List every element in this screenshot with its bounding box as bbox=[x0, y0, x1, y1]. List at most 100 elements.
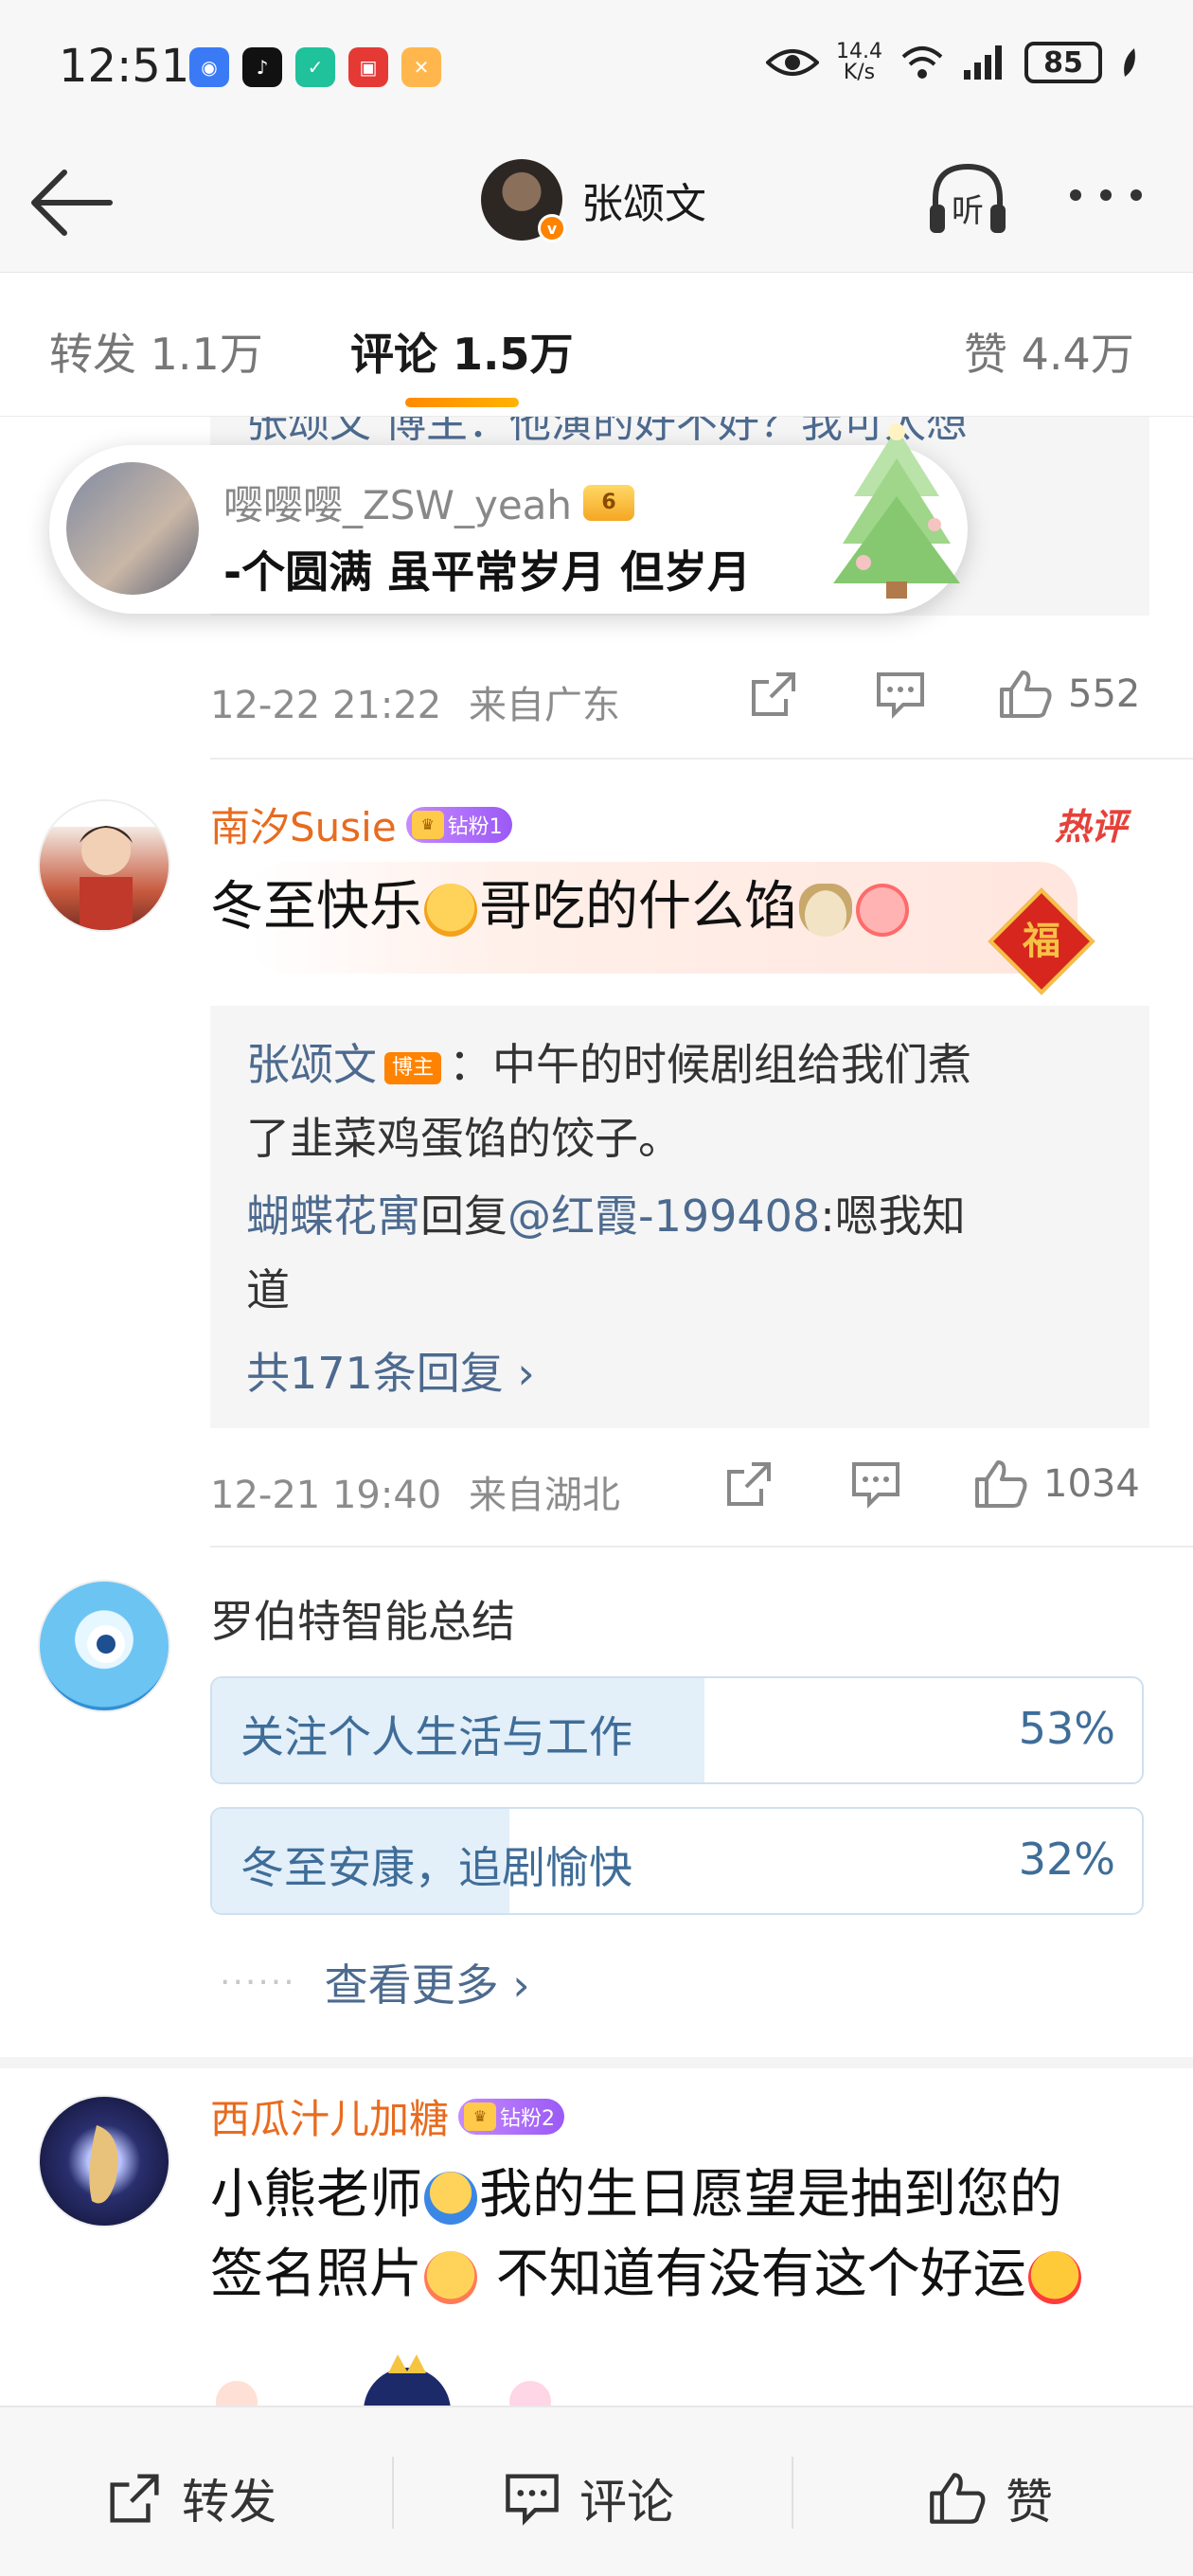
avatar[interactable] bbox=[38, 799, 170, 932]
popup-message: -个圆满 虽平常岁月 但岁月 bbox=[223, 546, 752, 598]
like-button[interactable]: 552 bbox=[998, 669, 1140, 720]
comment-actions: 1034 bbox=[723, 1458, 1140, 1510]
comment-icon[interactable] bbox=[875, 669, 926, 720]
comment-text-part: 不知道有没有这个好运 bbox=[479, 2244, 1026, 2305]
user-reply-cont: 道 bbox=[246, 1264, 290, 1315]
comment-text-part: 小熊老师 bbox=[210, 2164, 422, 2226]
section-divider bbox=[0, 2057, 1193, 2068]
divider bbox=[210, 1546, 1193, 1547]
battery-indicator: 85 bbox=[1024, 42, 1102, 83]
thumbs-up-icon bbox=[930, 2473, 986, 2524]
red-app-icon: ▣ bbox=[348, 47, 388, 87]
reply-text: :嗯我知 bbox=[820, 1190, 966, 1242]
comment-text: 冬至快乐 哥吃的什么馅 bbox=[210, 868, 911, 947]
back-arrow-icon[interactable] bbox=[28, 167, 114, 239]
reply-author-link[interactable]: 张颂文 bbox=[246, 1039, 377, 1090]
net-speed: 14.4 K/s bbox=[836, 42, 882, 83]
cartoon-avatar-image bbox=[80, 826, 133, 930]
thumbs-up-icon bbox=[975, 1460, 1027, 1508]
popup-username: 嘤嘤嘤_ZSW_yeah 6 bbox=[223, 474, 635, 531]
user-reply: 蝴蝶花寓回复@红霞-199408:嗯我知 bbox=[246, 1180, 966, 1252]
avatar[interactable] bbox=[38, 1580, 170, 1712]
kiss-emoji-icon bbox=[1027, 2250, 1081, 2304]
popup-user-name: 嘤嘤嘤_ZSW_yeah bbox=[223, 482, 573, 528]
author-reply: 张颂文 博主 ：中午的时候剧组给我们煮 bbox=[246, 1029, 971, 1100]
avatar[interactable] bbox=[38, 2095, 170, 2227]
status-bar: 12:51 ◉ ♪ ✓ ▣ ✕ 14.4 K/s 85 bbox=[0, 0, 1193, 133]
leaf-icon bbox=[1124, 48, 1135, 77]
comment-username[interactable]: 南汐Susie ♛ 钻粉1 bbox=[210, 796, 512, 853]
reply-user-link[interactable]: 蝴蝶花寓 bbox=[246, 1190, 420, 1242]
reply-box[interactable]: 张颂文 博主 ：中午的时候剧组给我们煮 了韭菜鸡蛋馅的饺子。 蝴蝶花寓回复@红霞-1… bbox=[210, 1006, 1149, 1428]
more-options-icon[interactable] bbox=[1070, 189, 1142, 201]
thumbs-up-icon bbox=[1000, 671, 1052, 718]
tab-comments[interactable]: 评论 1.5万 bbox=[350, 320, 574, 383]
hot-comment-badge: 热评 bbox=[1055, 806, 1128, 848]
comment-location: 来自湖北 bbox=[468, 1474, 620, 1517]
tab-reposts[interactable]: 转发 1.1万 bbox=[49, 320, 263, 383]
bottom-action-bar: 转发 评论 赞 bbox=[0, 2406, 1193, 2576]
status-time: 12:51 bbox=[59, 40, 190, 93]
avatar[interactable] bbox=[66, 462, 199, 595]
see-more-link[interactable]: ······ 查看更多 › bbox=[220, 1951, 530, 2013]
net-speed-unit: K/s bbox=[843, 61, 876, 84]
like-button[interactable]: 1034 bbox=[973, 1458, 1140, 1510]
ai-summary-option[interactable]: 关注个人生活与工作 53% bbox=[210, 1676, 1144, 1784]
active-tab-indicator bbox=[405, 398, 519, 407]
shield-app-icon: ✓ bbox=[295, 47, 335, 87]
dumpling-emoji-icon bbox=[799, 883, 852, 937]
tab-bar: 转发 1.1万 评论 1.5万 赞 4.4万 bbox=[0, 273, 1193, 417]
view-all-replies-link[interactable]: 共171条回复 › bbox=[246, 1337, 535, 1409]
username-text[interactable]: 南汐Susie bbox=[210, 796, 397, 853]
comment-icon[interactable] bbox=[850, 1458, 901, 1510]
tools-app-icon: ✕ bbox=[401, 47, 441, 87]
fan-greeting-popup[interactable]: 嘤嘤嘤_ZSW_yeah 6 -个圆满 虽平常岁月 但岁月 bbox=[49, 423, 968, 614]
separator bbox=[792, 2457, 793, 2529]
comment-text-part: 冬至快乐 bbox=[210, 876, 422, 938]
comment-button[interactable]: 评论 bbox=[504, 2464, 674, 2532]
username-text[interactable]: 西瓜汁儿加糖 bbox=[210, 2087, 449, 2145]
separator bbox=[392, 2457, 394, 2529]
option-percentage: 53% bbox=[1018, 1703, 1115, 1754]
comment-list[interactable]: 张颂文 博主：他演的好不好？我可太想 嘤嘤嘤_ZSW_yeah 6 -个圆满 虽… bbox=[0, 417, 1193, 2406]
profile-header[interactable]: v 张颂文 bbox=[481, 159, 706, 242]
repost-button[interactable]: 转发 bbox=[106, 2464, 276, 2532]
comment-text-part: 签名照片 bbox=[210, 2244, 422, 2305]
listen-headphones-icon[interactable]: 听 bbox=[924, 157, 1011, 244]
like-button[interactable]: 赞 bbox=[928, 2464, 1053, 2532]
laughing-emoji-icon bbox=[424, 883, 477, 937]
comment-meta: 12-21 19:40 来自湖北 bbox=[210, 1464, 620, 1519]
crown-icon: ♛ bbox=[411, 810, 444, 839]
robot-avatar-image bbox=[87, 1625, 125, 1663]
signal-icon bbox=[964, 45, 1002, 80]
crown-badge-icon: 6 bbox=[583, 484, 635, 521]
wifi-icon bbox=[901, 46, 943, 79]
ai-summary-title: 罗伯特智能总结 bbox=[210, 1596, 515, 1647]
tab-likes[interactable]: 赞 4.4万 bbox=[964, 320, 1134, 383]
comment-meta: 12-22 21:22 来自广东 bbox=[210, 674, 620, 729]
page-title: 张颂文 bbox=[581, 180, 706, 228]
see-more-label[interactable]: 查看更多 › bbox=[325, 1951, 530, 2013]
christmas-tree-icon bbox=[833, 423, 960, 599]
listen-label: 听 bbox=[952, 192, 984, 230]
comment-time: 12-22 21:22 bbox=[210, 684, 442, 727]
mention-link[interactable]: @红霞-199408 bbox=[507, 1190, 820, 1242]
author-badge: 博主 bbox=[384, 1051, 442, 1084]
app-notification-icon: ◉ bbox=[189, 47, 229, 87]
option-percentage: 32% bbox=[1018, 1834, 1115, 1885]
tiktok-icon: ♪ bbox=[242, 47, 282, 87]
share-icon[interactable] bbox=[723, 1458, 775, 1510]
net-speed-value: 14.4 bbox=[836, 40, 882, 63]
artwork-avatar-image bbox=[89, 2125, 118, 2204]
ai-summary-option[interactable]: 冬至安康，追剧愉快 32% bbox=[210, 1807, 1144, 1915]
like-label: 赞 bbox=[1006, 2475, 1053, 2530]
fan-level-badge: ♛ 钻粉1 bbox=[405, 806, 512, 843]
avatar[interactable]: v bbox=[481, 159, 566, 242]
comment-username[interactable]: 西瓜汁儿加糖 ♛ 钻粉2 bbox=[210, 2087, 565, 2145]
option-label: 关注个人生活与工作 bbox=[240, 1711, 632, 1762]
share-icon[interactable] bbox=[748, 669, 799, 720]
fan-badge-label: 钻粉2 bbox=[500, 2106, 556, 2131]
fan-badge-label: 钻粉1 bbox=[447, 814, 503, 839]
reply-verb: 回复 bbox=[420, 1190, 507, 1242]
divider bbox=[210, 758, 1193, 760]
